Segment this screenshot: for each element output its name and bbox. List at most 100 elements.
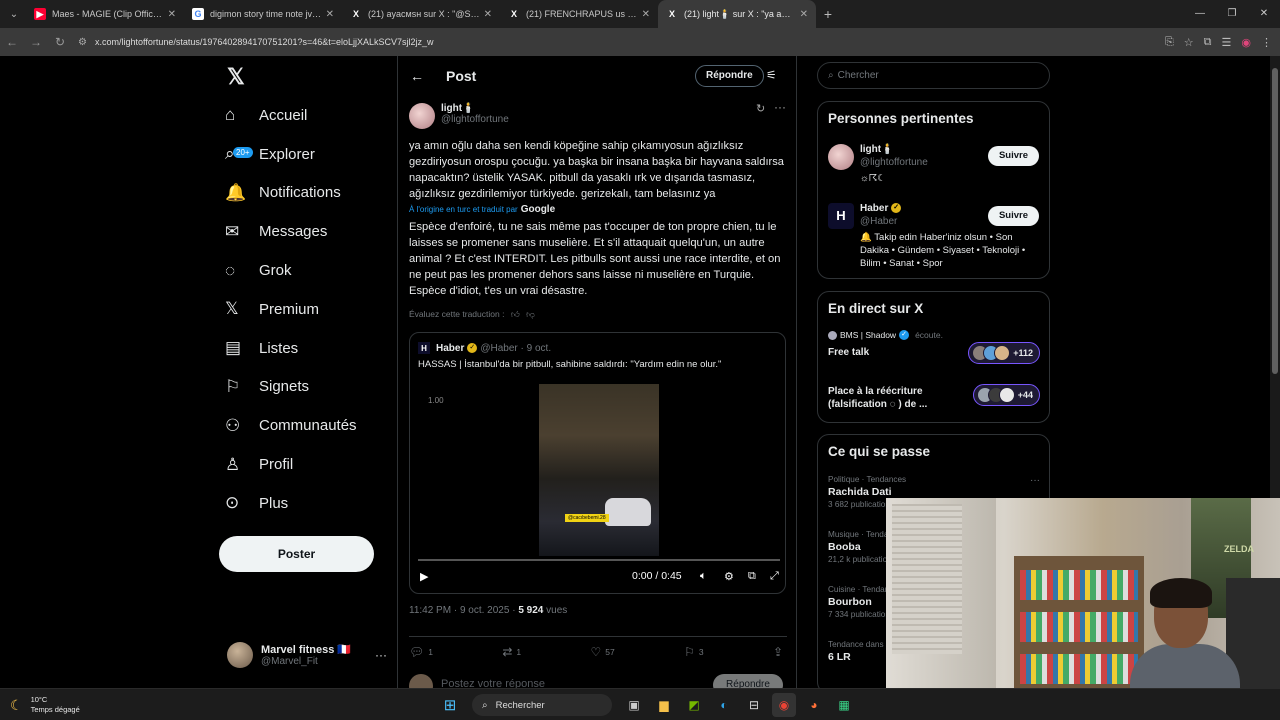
nav-item-notifications[interactable]: 🔔 20+ Notifications	[215, 146, 357, 213]
forward-arrow-icon[interactable]: →	[24, 35, 48, 49]
weather-widget[interactable]: ☾ 10°C Temps dégagé	[10, 695, 80, 715]
reply-button[interactable]: Répondre	[695, 65, 764, 87]
x-logo-icon[interactable]: 𝕏	[227, 66, 249, 88]
share-action[interactable]: ⇪	[773, 645, 787, 659]
back-arrow-icon[interactable]: ←	[410, 68, 436, 84]
volume-icon[interactable]: 🔈︎	[700, 570, 707, 583]
restore-window-icon[interactable]: ❐	[1216, 0, 1248, 28]
close-tab-icon[interactable]: ✕	[642, 9, 650, 20]
avatar[interactable]	[409, 103, 435, 129]
like-action[interactable]: ♡ 57	[590, 645, 614, 659]
site-info-icon[interactable]: ⚙	[78, 37, 87, 48]
post-timestamp[interactable]: 11:42 PM · 9 oct. 2025 ·	[409, 605, 518, 616]
install-app-icon[interactable]: ⎘	[1165, 36, 1174, 49]
more-horizontal-icon[interactable]: ···	[774, 100, 786, 114]
thumbs-down-icon[interactable]: 👎︎	[526, 309, 535, 319]
close-tab-icon[interactable]: ✕	[800, 9, 808, 20]
extensions-icon[interactable]: ⧉	[1204, 36, 1212, 49]
bookmark-action[interactable]: ⚐ 3	[684, 645, 704, 659]
avatar	[828, 144, 854, 170]
browser-menu-icon[interactable]: ⋮	[1261, 36, 1272, 49]
app-icon[interactable]: ▦	[832, 693, 856, 717]
reading-list-icon[interactable]: ☰	[1222, 36, 1232, 49]
search-input[interactable]: ⌕ Chercher	[817, 62, 1050, 89]
picture-in-picture-icon[interactable]: ⧉	[748, 570, 756, 583]
browser-tab[interactable]: G digimon story time note jvc - Re ✕	[184, 0, 342, 28]
post-author[interactable]: light🕯️ @lightoffortune	[409, 103, 509, 129]
translation-notice[interactable]: À l'origine en turc et traduit par Googl…	[409, 204, 555, 215]
reload-icon[interactable]: ↻	[48, 35, 72, 49]
grok-icon[interactable]: ↻	[756, 102, 765, 115]
live-space-title: Free talk	[828, 347, 870, 358]
more-horizontal-icon[interactable]: ···	[1030, 475, 1040, 486]
repost-action[interactable]: ⇄ 1	[502, 645, 521, 659]
minimize-window-icon[interactable]: —	[1184, 0, 1216, 28]
quoted-post[interactable]: H Haber ✓ @Haber · 9 oct. HASSAS | İstan…	[409, 332, 786, 594]
settings-gear-icon[interactable]: ⚙	[724, 570, 734, 583]
live-space-item[interactable]: BMS | Shadow ✓ écoute. Free talk +112	[828, 330, 1040, 364]
shelf-row	[1020, 654, 1138, 684]
fullscreen-icon[interactable]: ⤢	[770, 570, 779, 583]
back-arrow-icon[interactable]: ←	[0, 35, 24, 49]
tab-search-menu-button[interactable]: ⌄	[2, 4, 26, 24]
nav-item-communauts[interactable]: ⚇ Communautés	[215, 406, 357, 445]
follow-button[interactable]: Suivre	[988, 206, 1039, 226]
nvidia-icon[interactable]: ◩	[682, 693, 706, 717]
chrome-icon[interactable]: ◉	[772, 693, 796, 717]
store-icon[interactable]: ⊟	[742, 693, 766, 717]
close-tab-icon[interactable]: ✕	[326, 9, 334, 20]
bookmark-star-icon[interactable]: ☆	[1184, 36, 1194, 49]
person-handle: @Haber	[860, 216, 898, 227]
nav-item-label: Accueil	[259, 106, 308, 124]
browser-tab-active[interactable]: X (21) light🕯️ sur X : "ya amın oğ ✕	[658, 0, 816, 28]
reply-input[interactable]: Postez votre réponse	[441, 678, 545, 688]
close-window-icon[interactable]: ✕	[1248, 0, 1280, 28]
url-field[interactable]: ⚙ x.com/lightoffortune/status/1976402894…	[78, 37, 434, 48]
scrollbar-thumb[interactable]	[1272, 68, 1278, 374]
video-progress-bar[interactable]	[418, 559, 780, 561]
firefox-icon[interactable]: ◕	[802, 693, 826, 717]
post-button[interactable]: Poster	[219, 536, 374, 572]
page-title: Post	[446, 68, 477, 84]
live-card: En direct sur X BMS | Shadow ✓ écoute. F…	[817, 291, 1050, 423]
profile-avatar-icon[interactable]: ◉	[1241, 36, 1251, 49]
settings-sliders-icon[interactable]: ⚟	[766, 68, 777, 82]
nav-item-messages[interactable]: ✉ Messages	[215, 212, 357, 251]
bookmark-icon: ⚐	[225, 376, 241, 396]
edge-icon[interactable]: ◐	[712, 693, 736, 717]
live-listeners[interactable]: +112	[968, 342, 1040, 364]
close-tab-icon[interactable]: ✕	[168, 9, 176, 20]
nav-item-profil[interactable]: ♙ Profil	[215, 445, 357, 484]
close-tab-icon[interactable]: ✕	[484, 9, 492, 20]
nav-item-label: Listes	[259, 339, 299, 357]
live-space-item[interactable]: Place à la réécriture (falsification ◌ )…	[828, 378, 1040, 411]
live-listeners[interactable]: +44	[972, 384, 1040, 406]
video-player[interactable]: 1.00 @cacıbebemi.28 ▶ 0:00 / 0:45 🔈︎ ⚙ ⧉…	[418, 380, 780, 592]
browser-tab[interactable]: ▶ Maes - MAGIE (Clip Officiel) - Y ✕	[26, 0, 184, 28]
account-switcher[interactable]: Marvel fitness 🇫🇷 @Marvel_Fit ···	[227, 642, 387, 668]
play-icon[interactable]: ▶	[420, 570, 428, 583]
tab-title: digimon story time note jvc - Re	[210, 9, 322, 19]
nav-item-accueil[interactable]: ⌂ Accueil	[215, 96, 357, 135]
taskbar-search-input[interactable]: ⌕ Rechercher	[472, 694, 612, 716]
nav-item-signets[interactable]: ⚐ Signets	[215, 368, 357, 407]
video-frame[interactable]: @cacıbebemi.28	[539, 384, 659, 556]
nav-item-premium[interactable]: 𝕏 Premium	[215, 290, 357, 329]
home-icon: ⌂	[225, 105, 236, 125]
reply-action[interactable]: 💬︎ 1	[409, 645, 433, 659]
reply-submit-button[interactable]: Répondre	[713, 674, 783, 688]
browser-tab[interactable]: X (21) ayacмsн sur X : "@SindyO ✕	[342, 0, 500, 28]
nav-item-grok[interactable]: ◌ Grok	[215, 251, 357, 290]
follow-button[interactable]: Suivre	[988, 146, 1039, 166]
browser-tab[interactable]: X (21) FRENCHRAPUS us sur X : " ✕	[500, 0, 658, 28]
more-horizontal-icon[interactable]: ···	[375, 648, 387, 662]
nav-item-plus[interactable]: ⊙ Plus	[215, 484, 357, 523]
file-explorer-icon[interactable]: ▆	[652, 693, 676, 717]
nav-item-listes[interactable]: ▤ Listes	[215, 329, 357, 368]
windows-start-icon[interactable]: ⊞	[438, 693, 462, 717]
listener-avatar	[998, 387, 1015, 403]
post-meta: 11:42 PM · 9 oct. 2025 · 5 924 vues	[409, 605, 567, 616]
task-view-icon[interactable]: ▣	[622, 693, 646, 717]
new-tab-button[interactable]: +	[816, 6, 840, 22]
thumbs-up-icon[interactable]: 👍︎	[511, 309, 520, 319]
